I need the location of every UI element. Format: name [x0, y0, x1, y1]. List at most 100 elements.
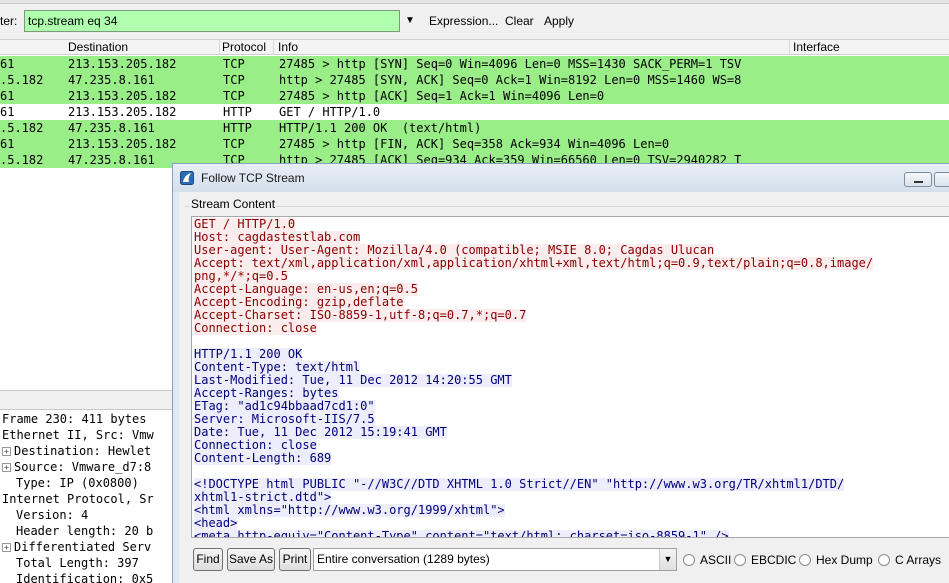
packet-row[interactable]: 61 213.153.205.182 TCP 27485 > http [SYN…: [0, 56, 949, 72]
server-response-line: <html xmlns="http://www.w3.org/1999/xhtm…: [194, 503, 505, 517]
stream-content-text[interactable]: GET / HTTP/1.0 Host: cagdastestlab.com Use…: [191, 216, 949, 538]
packet-protocol: HTTP: [223, 105, 252, 119]
packet-row[interactable]: 61 213.153.205.182 HTTP GET / HTTP/1.0: [0, 104, 949, 120]
packet-destination: 213.153.205.182: [68, 57, 177, 71]
packet-row[interactable]: .5.182 47.235.8.161 TCP http > 27485 [SY…: [0, 72, 949, 88]
client-request-line: Connection: close: [194, 321, 317, 335]
packet-info: http > 27485 [SYN, ACK] Seq=0 Ack=1 Win=…: [279, 73, 742, 87]
packet-source: .5.182: [0, 153, 44, 167]
tree-item-label: Type: IP (0x0800): [16, 476, 139, 490]
tree-item-header-length[interactable]: Header length: 20 b: [16, 523, 153, 539]
column-header-protocol[interactable]: Protocol: [222, 40, 266, 55]
radio-c-arrays-label[interactable]: C Arrays: [895, 553, 941, 567]
radio-hex-dump[interactable]: [799, 554, 811, 566]
dialog-title-bar[interactable]: Follow TCP Stream: [173, 164, 949, 192]
expand-icon[interactable]: +: [2, 463, 11, 472]
radio-ascii-label[interactable]: ASCII: [700, 553, 731, 567]
dropdown-arrow-icon: ▼: [405, 15, 415, 26]
radio-ascii[interactable]: [683, 554, 695, 566]
radio-hex-dump-label[interactable]: Hex Dump: [816, 553, 873, 567]
packet-protocol: TCP: [223, 57, 245, 71]
tree-item-label: Frame 230: 411 bytes: [2, 412, 147, 426]
follow-tcp-stream-dialog: Follow TCP Stream Stream Content GET / H…: [172, 163, 949, 583]
tree-item-label: Version: 4: [16, 508, 89, 522]
tree-item-version[interactable]: Version: 4: [16, 507, 88, 523]
packet-source: 61: [0, 89, 15, 103]
tree-item-label: Total Length: 397: [16, 556, 139, 570]
packet-list-header: Destination Protocol Info Interface: [0, 40, 949, 55]
column-header-interface[interactable]: Interface: [793, 40, 840, 55]
save-as-button-label: Save As: [228, 552, 274, 566]
packet-info: HTTP/1.1 200 OK (text/html): [279, 121, 482, 135]
save-as-button[interactable]: Save As: [227, 548, 275, 571]
tree-item-total-length[interactable]: Total Length: 397: [16, 555, 139, 571]
packet-row[interactable]: 61 213.153.205.182 TCP 27485 > http [FIN…: [0, 136, 949, 152]
packet-protocol: TCP: [223, 89, 245, 103]
radio-ebcdic[interactable]: [734, 554, 746, 566]
tree-item-ethernet[interactable]: Ethernet II, Src: Vmw: [2, 427, 154, 443]
column-separator[interactable]: [789, 40, 790, 55]
tree-item-label: Internet Protocol, Sr: [2, 492, 154, 506]
packet-list[interactable]: Destination Protocol Info Interface 61 2…: [0, 40, 949, 168]
tree-item-label: Ethernet II, Src: Vmw: [2, 428, 154, 442]
minimize-button[interactable]: [904, 172, 932, 187]
packet-protocol: TCP: [223, 137, 245, 151]
tree-item-label: Source: Vmware_d7:8: [14, 460, 152, 474]
expand-icon[interactable]: +: [2, 447, 11, 456]
packet-info: 27485 > http [SYN] Seq=0 Win=4096 Len=0 …: [279, 57, 742, 71]
packet-destination: 213.153.205.182: [68, 89, 177, 103]
clear-button[interactable]: Clear: [505, 14, 534, 28]
radio-ebcdic-label[interactable]: EBCDIC: [751, 553, 796, 567]
toolbar-top-edge: [0, 0, 949, 4]
chevron-down-icon[interactable]: ▼: [659, 549, 676, 570]
tree-item-ip[interactable]: Internet Protocol, Sr: [2, 491, 154, 507]
filter-label: ter:: [0, 14, 18, 28]
find-button-label: Find: [196, 552, 220, 566]
radio-c-arrays[interactable]: [878, 554, 890, 566]
tree-item-dsfield[interactable]: + Differentiated Serv: [2, 539, 151, 555]
packet-destination: 47.235.8.161: [68, 121, 155, 135]
dialog-button-bar: Find Save As Print Entire conversation (…: [179, 542, 949, 583]
pane-splitter[interactable]: [0, 390, 172, 410]
packet-destination: 47.235.8.161: [68, 73, 155, 87]
find-button[interactable]: Find: [193, 548, 223, 571]
group-divider: [185, 206, 949, 207]
print-button[interactable]: Print: [279, 548, 311, 571]
tree-item-frame[interactable]: Frame 230: 411 bytes: [2, 411, 147, 427]
packet-source: .5.182: [0, 121, 44, 135]
packet-row[interactable]: .5.182 47.235.8.161 HTTP HTTP/1.1 200 OK…: [0, 120, 949, 136]
packet-details-tree[interactable]: Frame 230: 411 bytes Ethernet II, Src: V…: [0, 410, 172, 583]
packet-list-empty-area[interactable]: [0, 168, 172, 390]
apply-button[interactable]: Apply: [544, 14, 574, 28]
display-filter-input[interactable]: tcp.stream eq 34: [24, 10, 400, 32]
tree-item-label: Header length: 20 b: [16, 524, 154, 538]
tree-item-source[interactable]: + Source: Vmware_d7:8: [2, 459, 151, 475]
minimize-icon: [914, 181, 923, 183]
packet-destination: 47.235.8.161: [68, 153, 155, 167]
wireshark-fin-icon: [180, 171, 194, 185]
tree-item-label: Identification: 0x5: [16, 572, 154, 583]
tree-item-identification[interactable]: Identification: 0x5: [16, 571, 153, 583]
column-header-info[interactable]: Info: [278, 40, 298, 55]
stream-content-label: Stream Content: [189, 197, 278, 211]
packet-source: 61: [0, 105, 15, 119]
maximize-button[interactable]: [934, 172, 949, 187]
packet-row[interactable]: 61 213.153.205.182 TCP 27485 > http [ACK…: [0, 88, 949, 104]
tree-item-destination[interactable]: + Destination: Hewlet: [2, 443, 151, 459]
conversation-select-value: Entire conversation (1289 bytes): [317, 552, 490, 566]
expand-icon[interactable]: +: [2, 543, 11, 552]
filter-history-dropdown[interactable]: ▼: [401, 10, 419, 32]
column-separator[interactable]: [219, 40, 220, 55]
dialog-body: Stream Content GET / HTTP/1.0 Host: cagda…: [179, 192, 949, 583]
tree-item-type[interactable]: Type: IP (0x0800): [16, 475, 139, 491]
conversation-select[interactable]: Entire conversation (1289 bytes) ▼: [313, 548, 677, 571]
packet-info: 27485 > http [ACK] Seq=1 Ack=1 Win=4096 …: [279, 89, 605, 103]
expression-button[interactable]: Expression...: [429, 14, 498, 28]
packet-protocol: HTTP: [223, 121, 252, 135]
print-button-label: Print: [282, 552, 308, 566]
packet-protocol: TCP: [223, 73, 245, 87]
client-request-line: Accept: text/xml,application/xml,applica…: [194, 256, 874, 270]
packet-source: 61: [0, 57, 15, 71]
column-header-destination[interactable]: Destination: [68, 40, 128, 55]
column-separator[interactable]: [273, 40, 274, 55]
